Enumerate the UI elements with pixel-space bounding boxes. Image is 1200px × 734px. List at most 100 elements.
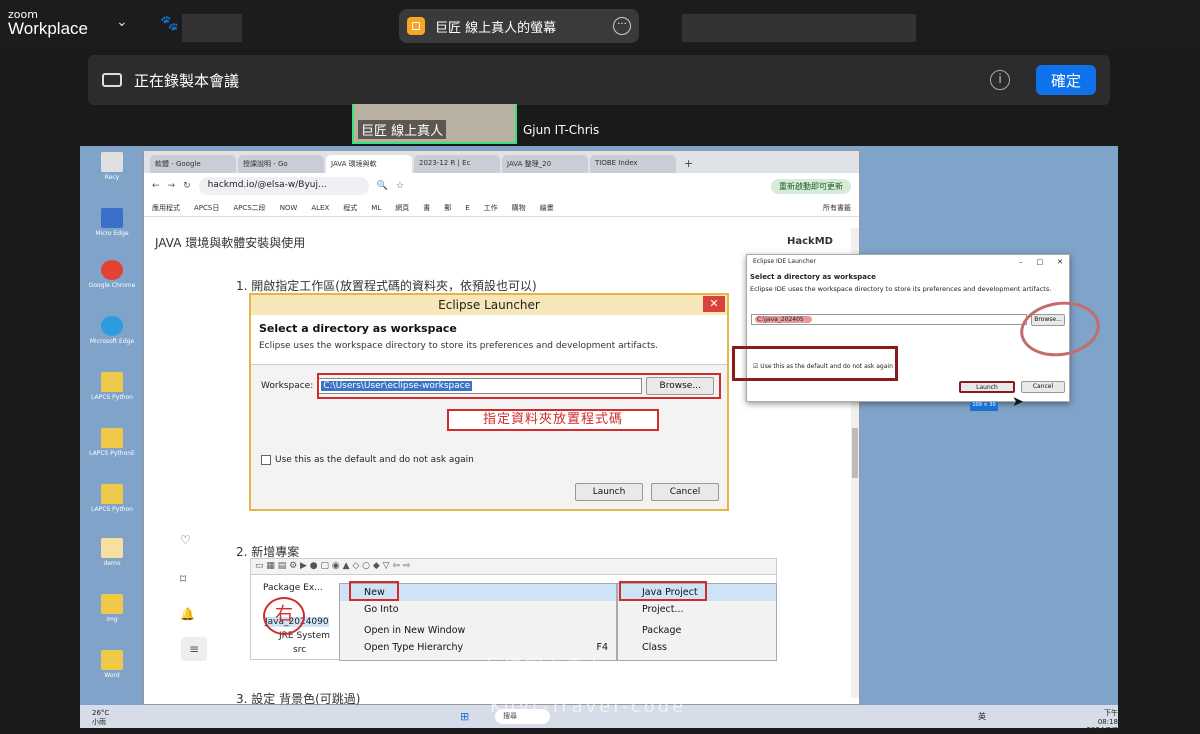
desktop-icon[interactable]: Micro Edge: [88, 208, 136, 237]
address-bar-row: ← → ↻ hackmd.io/@elsa-w/Byuj... 🔍 ☆ 重新啟動…: [144, 173, 859, 199]
bookmark[interactable]: APCS日: [194, 203, 219, 213]
java-project-highlight: [619, 581, 707, 601]
browser-tab[interactable]: JAVA 整理_20: [502, 155, 588, 173]
bookmark[interactable]: 郵: [444, 203, 451, 213]
bookmark[interactable]: E: [465, 204, 469, 212]
new-project-image: ▭ ▦ ▤ ⚙ ▶ ● ▢ ◉ ▲ ◇ ○ ◆ ▽ ⇦ ⇨ Package Ex…: [250, 558, 777, 661]
reload-icon[interactable]: ↻: [183, 181, 191, 191]
browser-tab[interactable]: 軟體 - Google: [150, 155, 236, 173]
bookmark-icon[interactable]: ⌑: [180, 572, 186, 586]
update-button[interactable]: 重新啟動即可更新: [771, 178, 851, 194]
close-icon[interactable]: ✕: [1057, 258, 1063, 266]
desktop-icon[interactable]: LAPCS PythonE: [88, 428, 136, 457]
brand-large: Workplace: [8, 19, 88, 38]
url-input[interactable]: hackmd.io/@elsa-w/Byuj...: [198, 177, 369, 195]
ide-workspace-input[interactable]: C:\java_202405: [751, 314, 1027, 325]
info-icon[interactable]: i: [990, 70, 1010, 90]
recording-text: 正在錄製本會議: [134, 71, 240, 90]
new-tab-icon[interactable]: +: [678, 157, 699, 173]
bookmark[interactable]: 所有書籤: [823, 203, 851, 213]
size-tooltip: 109 × 30: [970, 402, 998, 411]
browser-tab[interactable]: 2023-12 R | Ec: [414, 155, 500, 173]
bookmark[interactable]: NOW: [280, 204, 298, 212]
bookmark[interactable]: 繪畫: [540, 203, 554, 213]
clock[interactable]: 下午 08:18 2024/5/8: [1086, 708, 1118, 734]
launch-button: Launch: [575, 483, 643, 501]
desktop-icon[interactable]: demo: [88, 538, 136, 567]
bookmark[interactable]: 應用程式: [152, 203, 180, 213]
step-1-heading: 1. 開啟指定工作區(放置程式碼的資料夾，依預設也可以): [236, 279, 537, 293]
desktop-icon[interactable]: Google Chrome: [88, 260, 136, 289]
bookmark[interactable]: 工作: [484, 203, 498, 213]
menu-item: Go Into: [364, 604, 399, 615]
cancel-button: Cancel: [651, 483, 719, 501]
browser-tab[interactable]: TIOBE Index: [590, 155, 676, 173]
menu-item: Class: [642, 642, 667, 653]
camera-icon: [102, 73, 122, 87]
chevron-down-icon[interactable]: ⌄: [116, 14, 128, 30]
share-indicator[interactable]: 巨匠 線上真人的螢幕 ···: [399, 9, 639, 43]
desktop-icon[interactable]: Microsoft Edge: [88, 316, 136, 345]
ide-heading: Select a directory as workspace: [750, 273, 876, 281]
bookmark[interactable]: 購物: [512, 203, 526, 213]
ide-checkbox-highlight: [732, 346, 898, 381]
minimize-icon[interactable]: –: [1019, 258, 1023, 266]
new-highlight: [349, 581, 399, 601]
back-icon[interactable]: ←: [152, 181, 160, 191]
share-screen-icon: [407, 17, 425, 35]
bell-icon[interactable]: 🔔: [180, 607, 195, 621]
desktop-icon[interactable]: Recy: [88, 152, 136, 181]
hackmd-brand[interactable]: HackMD: [787, 236, 833, 247]
eclipse-toolbar: ▭ ▦ ▤ ⚙ ▶ ● ▢ ◉ ▲ ◇ ○ ◆ ▽ ⇦ ⇨: [251, 559, 776, 575]
bookmark[interactable]: ALEX: [311, 204, 329, 212]
windows-start-icon[interactable]: ⊞: [460, 710, 469, 723]
launcher-header: Select a directory as workspace Eclipse …: [251, 315, 727, 365]
menu-item: Package: [642, 625, 682, 636]
bookmark[interactable]: 程式: [343, 203, 357, 213]
paw-icon: 🐾: [160, 13, 179, 32]
tree-item: src: [293, 645, 307, 655]
participant-tile[interactable]: [182, 14, 242, 42]
menu-icon[interactable]: ≡: [181, 637, 207, 661]
ide-titlebar: Eclipse IDE Launcher – □ ✕: [753, 258, 1063, 266]
bookmark[interactable]: 書: [423, 203, 430, 213]
eclipse-launcher-image: Eclipse Launcher ✕ Select a directory as …: [249, 293, 729, 511]
share-title: 巨匠 線上真人的螢幕: [435, 20, 557, 36]
heart-icon[interactable]: ♡: [180, 533, 191, 547]
ime-indicator[interactable]: 英: [978, 711, 986, 722]
zoom-icon[interactable]: 🔍: [377, 181, 388, 191]
speaker-name: 巨匠 線上真人: [358, 120, 447, 139]
watermark: 巨匠線上真人: [485, 656, 605, 677]
ide-launch-button[interactable]: Launch: [959, 381, 1015, 393]
active-speaker-tile[interactable]: 巨匠 線上真人: [352, 104, 517, 144]
ide-desc: Eclipse IDE uses the workspace directory…: [750, 285, 1052, 293]
participant-tile[interactable]: [682, 14, 916, 42]
confirm-button[interactable]: 確定: [1036, 65, 1096, 95]
bookmark[interactable]: APCS二段: [233, 203, 265, 213]
more-icon[interactable]: ···: [613, 17, 631, 35]
browser-tab-active[interactable]: JAVA 環境與軟: [326, 155, 412, 173]
launcher-desc: Eclipse uses the workspace directory to …: [259, 341, 659, 351]
desktop-icon[interactable]: img: [88, 594, 136, 623]
tab-strip: 軟體 - Google 授課說明 - Go JAVA 環境與軟 2023-12 …: [144, 151, 859, 173]
bookmarks-bar: 應用程式 APCS日 APCS二段 NOW ALEX 程式 ML 網頁 書 郵 …: [144, 199, 859, 217]
star-icon[interactable]: ☆: [396, 181, 404, 191]
desktop-icon[interactable]: LAPCS Python: [88, 484, 136, 513]
right-click-annotation: 右: [263, 597, 305, 635]
bookmark[interactable]: ML: [371, 204, 381, 212]
desktop-icon[interactable]: LAPCS Python: [88, 372, 136, 401]
ide-cancel-button[interactable]: Cancel: [1021, 381, 1065, 393]
forward-icon[interactable]: →: [168, 181, 176, 191]
page-title: JAVA 環境與軟體安裝與使用: [155, 236, 306, 250]
browser-tab[interactable]: 授課說明 - Go: [238, 155, 324, 173]
weather-widget[interactable]: 26°C 小雨: [92, 709, 109, 727]
menu-item: Open in New Window: [364, 625, 466, 636]
bookmark[interactable]: 網頁: [395, 203, 409, 213]
cursor-icon: ➤: [1012, 394, 1024, 410]
recording-banner: 正在錄製本會議 i 確定: [88, 55, 1110, 105]
desktop-icon[interactable]: Word: [88, 650, 136, 679]
menu-item: Project...: [642, 604, 684, 615]
maximize-icon[interactable]: □: [1037, 258, 1044, 266]
default-checkbox: Use this as the default and do not ask a…: [261, 455, 474, 465]
package-explorer-label: Package Ex...: [263, 583, 323, 593]
